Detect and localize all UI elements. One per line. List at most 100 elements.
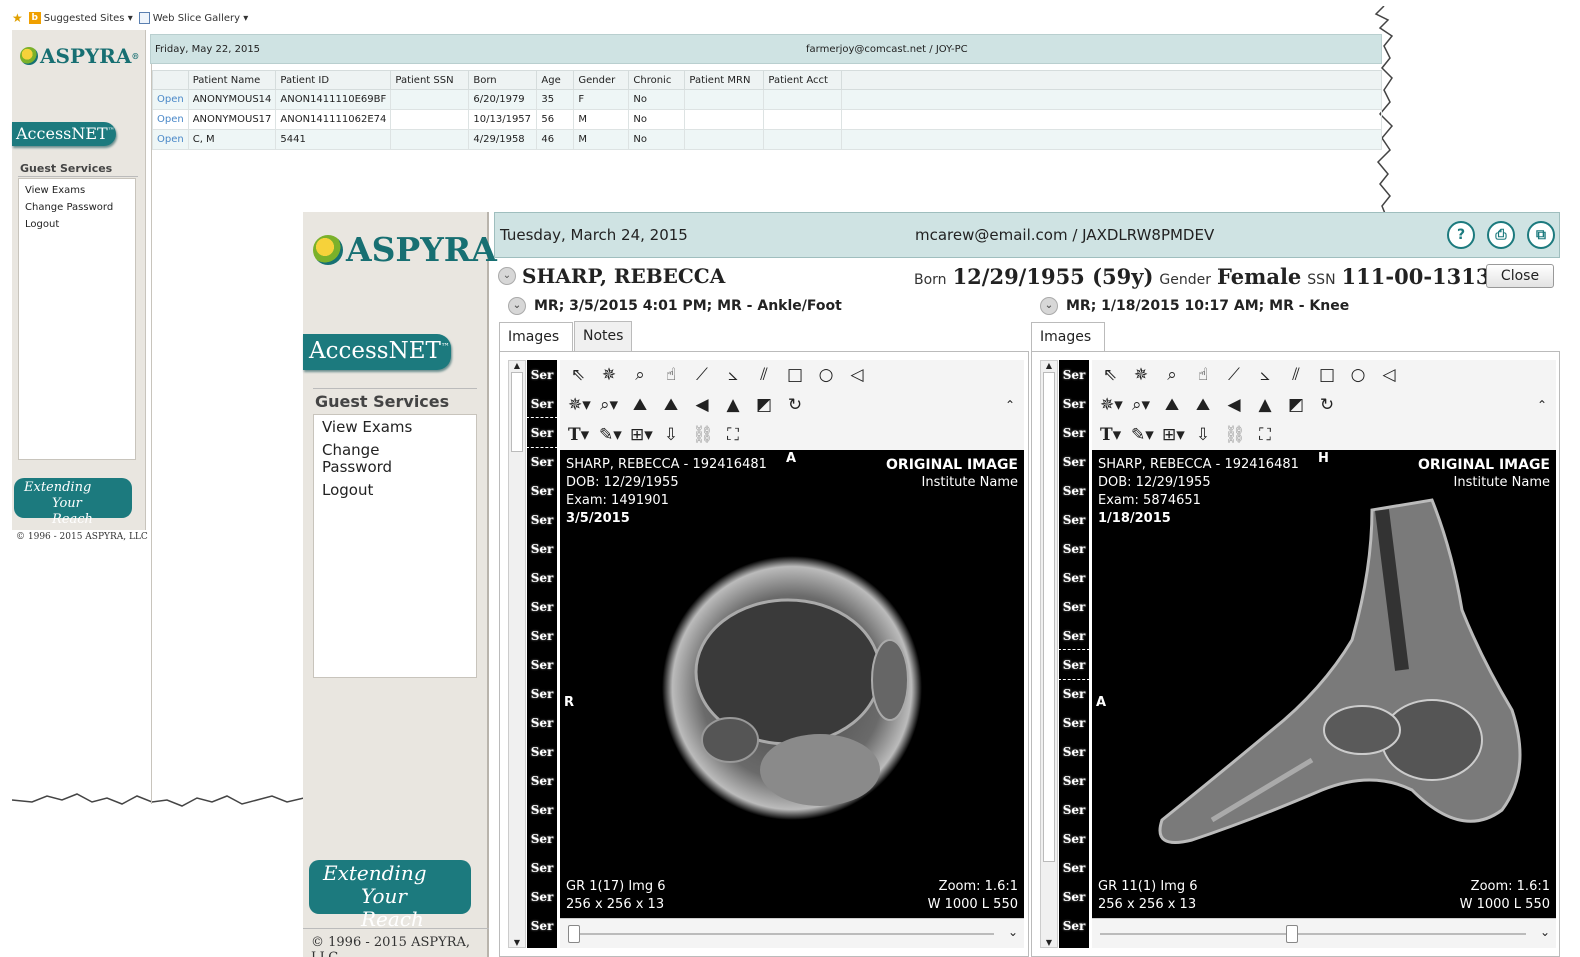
- table-row[interactable]: Open C, M 5441 4/29/1958 46 M No: [152, 129, 1383, 150]
- flip-vertical-icon[interactable]: ▲: [723, 395, 743, 415]
- scroll-up-icon[interactable]: ▲: [509, 361, 525, 370]
- series-thumbnail[interactable]: Ser: [527, 592, 557, 621]
- open-link[interactable]: Open: [152, 89, 189, 110]
- layout-grid-icon[interactable]: ⊞▾: [1162, 425, 1185, 445]
- open-link[interactable]: Open: [152, 129, 189, 150]
- text-annotation-icon[interactable]: T▾: [568, 425, 589, 445]
- series-thumbnail[interactable]: Ser: [527, 563, 557, 592]
- series-thumbnail[interactable]: Ser: [1059, 911, 1089, 940]
- pen-icon[interactable]: ✎▾: [599, 425, 622, 445]
- rotate-right-icon[interactable]: ⛰: [1193, 395, 1213, 415]
- polygon-icon[interactable]: ◁: [1379, 365, 1399, 385]
- series-thumbnail[interactable]: Ser: [527, 360, 557, 389]
- brightness-icon[interactable]: ✵: [599, 365, 619, 385]
- col-patient-name[interactable]: Patient Name: [187, 70, 277, 90]
- fullscreen-icon[interactable]: ⛶: [1255, 425, 1275, 445]
- series-thumbnail[interactable]: Ser: [1058, 649, 1090, 680]
- tab-images[interactable]: Images: [1031, 322, 1105, 352]
- series-thumbnail[interactable]: Ser: [1059, 824, 1089, 853]
- expand-icon[interactable]: ⌄: [1008, 925, 1018, 939]
- reset-icon[interactable]: ↻: [785, 395, 805, 415]
- pan-hand-icon[interactable]: ☝: [1193, 365, 1213, 385]
- ruler-icon[interactable]: ⟋: [692, 365, 712, 385]
- image-slider-1[interactable]: ⌄: [560, 918, 1024, 948]
- menu-change-password[interactable]: Change Password: [25, 199, 129, 216]
- link-icon[interactable]: ⛓: [692, 425, 714, 445]
- expand-icon[interactable]: ⌄: [1540, 925, 1550, 939]
- thumb-scrollbar[interactable]: ▲ ▼: [1040, 360, 1058, 948]
- pointer-icon[interactable]: ⇖: [568, 365, 588, 385]
- scroll-down-icon[interactable]: ▼: [509, 938, 525, 947]
- ruler-icon[interactable]: ⟋: [1224, 365, 1244, 385]
- angle-icon[interactable]: ⦣: [1255, 365, 1275, 385]
- rectangle-icon[interactable]: □: [1317, 365, 1337, 385]
- magnify-icon[interactable]: ⌕: [630, 365, 650, 385]
- col-gender[interactable]: Gender: [573, 70, 630, 90]
- rotate-left-icon[interactable]: ⛰: [1162, 395, 1182, 415]
- download-icon[interactable]: ⇩: [1193, 425, 1213, 445]
- cobb-angle-icon[interactable]: ⫽: [754, 365, 774, 385]
- thumb-scrollbar[interactable]: ▲ ▼: [508, 360, 526, 948]
- col-patient-id[interactable]: Patient ID: [275, 70, 392, 90]
- zoom-icon[interactable]: ⌕▾: [1131, 395, 1151, 415]
- series-thumbnail[interactable]: Ser: [1059, 882, 1089, 911]
- series-thumbnail[interactable]: Ser: [1059, 476, 1089, 505]
- text-annotation-icon[interactable]: T▾: [1100, 425, 1121, 445]
- chevron-down-icon[interactable]: ⌄: [1040, 297, 1058, 315]
- table-row[interactable]: Open ANONYMOUS14 ANON1411110E69BF 6/20/1…: [152, 89, 1383, 110]
- link-icon[interactable]: ⛓: [1224, 425, 1246, 445]
- series-thumbnail[interactable]: Ser: [1059, 389, 1089, 418]
- series-thumbnail[interactable]: Ser: [1059, 679, 1089, 708]
- flip-vertical-icon[interactable]: ▲: [1255, 395, 1275, 415]
- open-link[interactable]: Open: [152, 109, 189, 130]
- col-chronic[interactable]: Chronic: [628, 70, 686, 90]
- series-thumbnail[interactable]: Ser: [527, 737, 557, 766]
- rotate-right-icon[interactable]: ⛰: [661, 395, 681, 415]
- tab-notes[interactable]: Notes: [574, 321, 632, 351]
- window-level-icon[interactable]: ✵▾: [568, 395, 591, 415]
- series-thumbnail[interactable]: Ser: [527, 824, 557, 853]
- series-thumbnail[interactable]: Ser: [1059, 592, 1089, 621]
- series-thumbnail[interactable]: Ser: [1059, 447, 1089, 476]
- series-thumbnail[interactable]: Ser: [527, 882, 557, 911]
- menu-logout[interactable]: Logout: [322, 482, 468, 499]
- image-slider-2[interactable]: ⌄: [1092, 918, 1556, 948]
- web-slice-gallery-link[interactable]: Web Slice Gallery ▾: [138, 12, 248, 24]
- slider-thumb[interactable]: [568, 925, 580, 943]
- reset-icon[interactable]: ↻: [1317, 395, 1337, 415]
- col-patient-ssn[interactable]: Patient SSN: [390, 70, 470, 90]
- series-thumbnail[interactable]: Ser: [527, 476, 557, 505]
- series-thumbnail[interactable]: Ser: [1059, 563, 1089, 592]
- rotate-left-icon[interactable]: ⛰: [630, 395, 650, 415]
- series-thumbnail[interactable]: Ser: [527, 766, 557, 795]
- series-thumbnail[interactable]: Ser: [527, 650, 557, 679]
- series-thumbnail[interactable]: Ser: [1059, 737, 1089, 766]
- flip-horizontal-icon[interactable]: ◀: [692, 395, 712, 415]
- series-thumbnail[interactable]: Ser: [527, 679, 557, 708]
- pointer-icon[interactable]: ⇖: [1100, 365, 1120, 385]
- scroll-thumb[interactable]: [1043, 372, 1055, 862]
- series-thumbnail[interactable]: Ser: [527, 389, 557, 418]
- series-thumbnail[interactable]: Ser: [527, 534, 557, 563]
- invert-icon[interactable]: ◩: [754, 395, 774, 415]
- table-row[interactable]: Open ANONYMOUS17 ANON141111062E74 10/13/…: [152, 109, 1383, 130]
- ellipse-icon[interactable]: ○: [1348, 365, 1368, 385]
- series-thumbnail[interactable]: Ser: [1059, 853, 1089, 882]
- polygon-icon[interactable]: ◁: [847, 365, 867, 385]
- tab-images[interactable]: Images: [499, 322, 573, 352]
- image-viewer-1[interactable]: SHARP, REBECCA - 192416481 DOB: 12/29/19…: [560, 450, 1024, 918]
- series-thumbnail[interactable]: Ser: [527, 708, 557, 737]
- menu-logout[interactable]: Logout: [25, 216, 129, 233]
- col-patient-mrn[interactable]: Patient MRN: [684, 70, 765, 90]
- favorites-star-icon[interactable]: ★: [12, 11, 23, 25]
- fullscreen-icon[interactable]: ⛶: [723, 425, 743, 445]
- series-thumbnail[interactable]: Ser: [1059, 708, 1089, 737]
- series-thumbnail[interactable]: Ser: [527, 621, 557, 650]
- col-born[interactable]: Born: [468, 70, 538, 90]
- help-icon[interactable]: ?: [1447, 221, 1475, 249]
- pan-hand-icon[interactable]: ☝: [661, 365, 681, 385]
- series-thumbnail[interactable]: Ser: [527, 853, 557, 882]
- series-thumbnail[interactable]: Ser: [1059, 360, 1089, 389]
- scroll-up-icon[interactable]: ▲: [1041, 361, 1057, 370]
- scroll-thumb[interactable]: [511, 372, 523, 452]
